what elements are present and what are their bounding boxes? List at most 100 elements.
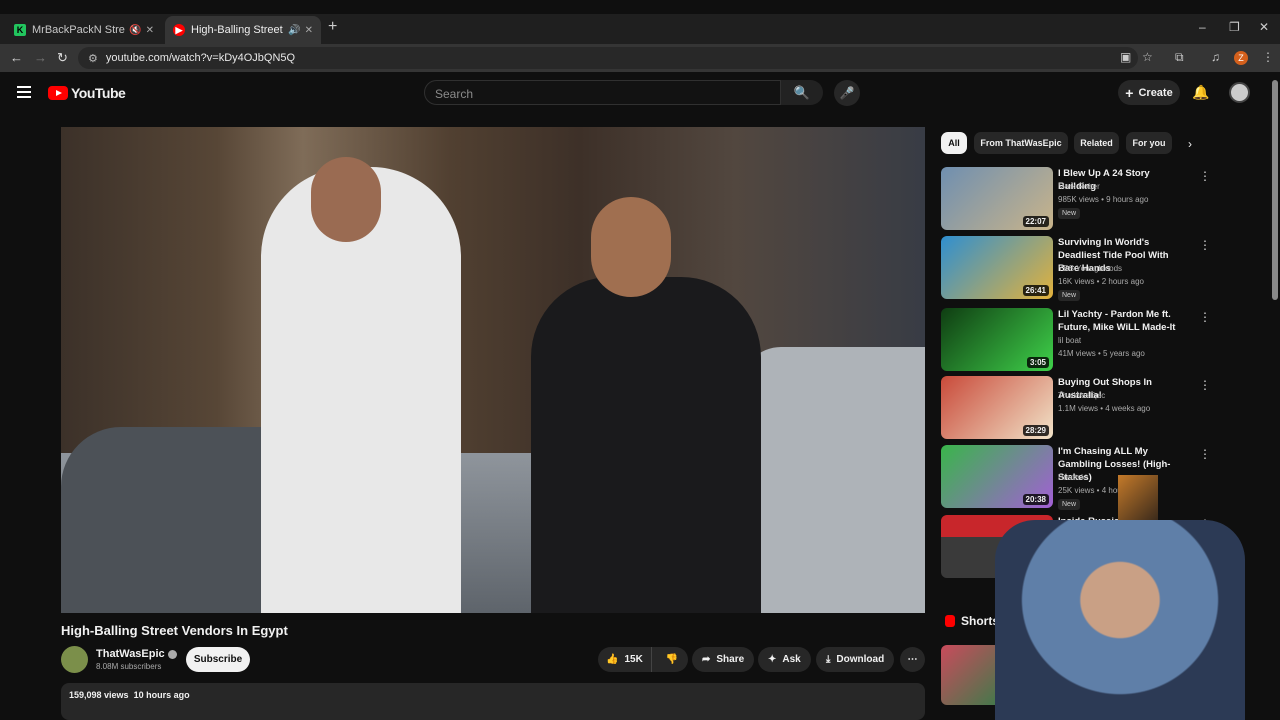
thumbs-down-icon: 👎	[665, 654, 679, 665]
recommended-meta: 985K views • 9 hours ago	[1058, 195, 1149, 204]
recommended-channel[interactable]: lil boat	[1058, 336, 1081, 345]
tiger-image	[1118, 475, 1158, 520]
share-button[interactable]: ➦ Share	[692, 647, 755, 672]
recommended-video[interactable]: 26:41 Surviving In World's Deadliest Tid…	[941, 236, 1211, 301]
channel-avatar[interactable]	[61, 646, 88, 673]
more-vertical-icon[interactable]: ⋮	[1199, 378, 1211, 392]
chip-related[interactable]: Related	[1074, 132, 1119, 154]
url-text: youtube.com/watch?v=kDy4OJbQN5Q	[105, 52, 296, 64]
subscribe-button[interactable]: Subscribe	[186, 647, 250, 672]
video-thumbnail[interactable]: 28:29	[941, 376, 1053, 439]
youtube-logo[interactable]: YouTube	[48, 85, 126, 101]
scrollbar[interactable]	[1272, 80, 1278, 300]
search-input[interactable]: Search	[424, 80, 781, 105]
video-thumbnail[interactable]: 3:05	[941, 308, 1053, 371]
menu-icon[interactable]	[17, 86, 31, 98]
description-box[interactable]: 159,098 views 10 hours ago	[61, 683, 925, 720]
ask-button[interactable]: ✦ Ask	[758, 647, 811, 672]
voice-search-button[interactable]: 🎤	[834, 80, 860, 106]
recommended-meta: 16K views • 2 hours ago	[1058, 277, 1144, 286]
forward-icon[interactable]: →	[34, 50, 47, 65]
video-title: High-Balling Street Vendors In Egypt	[61, 623, 288, 638]
view-count: 159,098 views	[69, 690, 129, 700]
duration-badge: 3:05	[1026, 357, 1049, 368]
more-vertical-icon[interactable]: ⋮	[1199, 447, 1211, 461]
recommended-video[interactable]: 22:07 I Blew Up A 24 Story Building Mark…	[941, 167, 1211, 231]
recommended-video[interactable]: 28:29 Buying Out Shops In Australia! Tha…	[941, 376, 1211, 440]
recommended-video[interactable]: 3:05 Lil Yachty - Pardon Me ft. Future, …	[941, 308, 1211, 372]
close-tab-icon[interactable]: ✕	[146, 25, 154, 36]
youtube-header: YouTube Search 🔍 🎤 + Create 🔔	[0, 72, 1280, 114]
video-thumbnail[interactable]: 26:41	[941, 236, 1053, 299]
recommended-meta: 25K views • 4 hou	[1058, 486, 1122, 495]
more-vertical-icon[interactable]: ⋮	[1199, 169, 1211, 183]
shorts-icon	[945, 615, 955, 627]
video-thumbnail[interactable]: 22:07	[941, 167, 1053, 230]
recommended-video[interactable]: 20:38 I'm Chasing ALL My Gambling Losses…	[941, 445, 1211, 510]
url-field[interactable]: ⚙ youtube.com/watch?v=kDy4OJbQN5Q	[78, 47, 1138, 69]
cast-icon[interactable]: ⧉	[1175, 50, 1184, 65]
recommended-channel[interactable]: YBS Youngbloods	[1058, 264, 1122, 273]
microphone-icon: 🎤	[839, 86, 855, 100]
shorts-heading: Shorts	[945, 614, 999, 628]
browser-menu-icon[interactable]: ⋮	[1262, 50, 1274, 64]
minimize-icon[interactable]: –	[1199, 20, 1206, 34]
new-badge: New	[1058, 208, 1081, 219]
download-icon: ⤓	[826, 654, 831, 665]
mute-tab-icon[interactable]: 🔇	[129, 25, 141, 36]
channel-name[interactable]: ThatWasEpic	[96, 648, 177, 660]
site-info-icon[interactable]: ⚙	[88, 52, 98, 65]
like-dislike-group: 👍 15K 👎	[598, 647, 688, 672]
subscriber-count: 8.08M subscribers	[96, 662, 162, 671]
webcam-overlay	[995, 520, 1245, 720]
duration-badge: 20:38	[1022, 494, 1049, 505]
download-button[interactable]: ⤓ Download	[816, 647, 895, 672]
chip-for-you[interactable]: For you	[1126, 132, 1172, 154]
video-player[interactable]	[61, 127, 925, 613]
tab-youtube[interactable]: ▶ High-Balling Street Vendors 🔊 ✕	[165, 16, 321, 44]
chip-from-channel[interactable]: From ThatWasEpic	[974, 132, 1068, 154]
maximize-icon[interactable]: ❐	[1229, 20, 1240, 34]
more-actions-button[interactable]: ⋯	[900, 647, 925, 672]
recommended-channel[interactable]: ThatWasEpic	[1058, 391, 1105, 400]
close-tab-icon[interactable]: ✕	[305, 25, 313, 36]
chip-all[interactable]: All	[941, 132, 967, 154]
recommended-channel[interactable]: Mark Rober	[1058, 182, 1100, 191]
video-frame-car-right	[741, 347, 925, 613]
account-avatar[interactable]	[1229, 82, 1250, 103]
dislike-button[interactable]: 👎	[658, 654, 686, 665]
back-icon[interactable]: ←	[10, 50, 23, 65]
install-app-icon[interactable]: ▣	[1120, 50, 1131, 64]
new-badge: New	[1058, 499, 1081, 510]
recommended-channel[interactable]: Brentski	[1058, 473, 1087, 482]
video-frame-person-left	[261, 157, 461, 613]
tab-title: MrBackPackN Stream - Wa	[32, 24, 125, 36]
address-bar: ← → ↻ ⚙ youtube.com/watch?v=kDy4OJbQN5Q …	[0, 44, 1280, 72]
media-controls-icon[interactable]: ♫	[1211, 50, 1220, 64]
audio-playing-icon[interactable]: 🔊	[288, 25, 300, 36]
sparkle-icon: ✦	[768, 654, 777, 665]
video-thumbnail[interactable]: 20:38	[941, 445, 1053, 508]
youtube-favicon-icon: ▶	[173, 24, 185, 36]
browser-profile-avatar[interactable]: Z	[1234, 51, 1248, 65]
more-vertical-icon[interactable]: ⋮	[1199, 310, 1211, 324]
search-icon: 🔍	[793, 84, 811, 100]
duration-badge: 28:29	[1022, 425, 1049, 436]
plus-icon: +	[1125, 84, 1134, 101]
bookmark-star-icon[interactable]: ☆	[1142, 50, 1153, 64]
create-button[interactable]: + Create	[1118, 80, 1180, 105]
short-thumbnail[interactable]	[941, 645, 1001, 705]
youtube-play-icon	[48, 86, 68, 100]
search-button[interactable]: 🔍	[781, 80, 823, 105]
close-window-icon[interactable]: ✕	[1259, 20, 1269, 34]
notifications-bell-icon[interactable]: 🔔	[1192, 84, 1209, 101]
verified-icon	[167, 649, 177, 659]
new-tab-icon[interactable]: +	[328, 18, 337, 36]
kick-favicon-icon: K	[14, 24, 26, 36]
tab-stream[interactable]: K MrBackPackN Stream - Wa 🔇 ✕	[6, 16, 162, 44]
recommended-title[interactable]: Lil Yachty - Pardon Me ft. Future, Mike …	[1058, 308, 1188, 334]
reload-icon[interactable]: ↻	[57, 50, 68, 66]
chevron-right-icon[interactable]: ›	[1188, 137, 1192, 151]
more-vertical-icon[interactable]: ⋮	[1199, 238, 1211, 252]
like-button[interactable]: 👍 15K	[598, 647, 652, 672]
